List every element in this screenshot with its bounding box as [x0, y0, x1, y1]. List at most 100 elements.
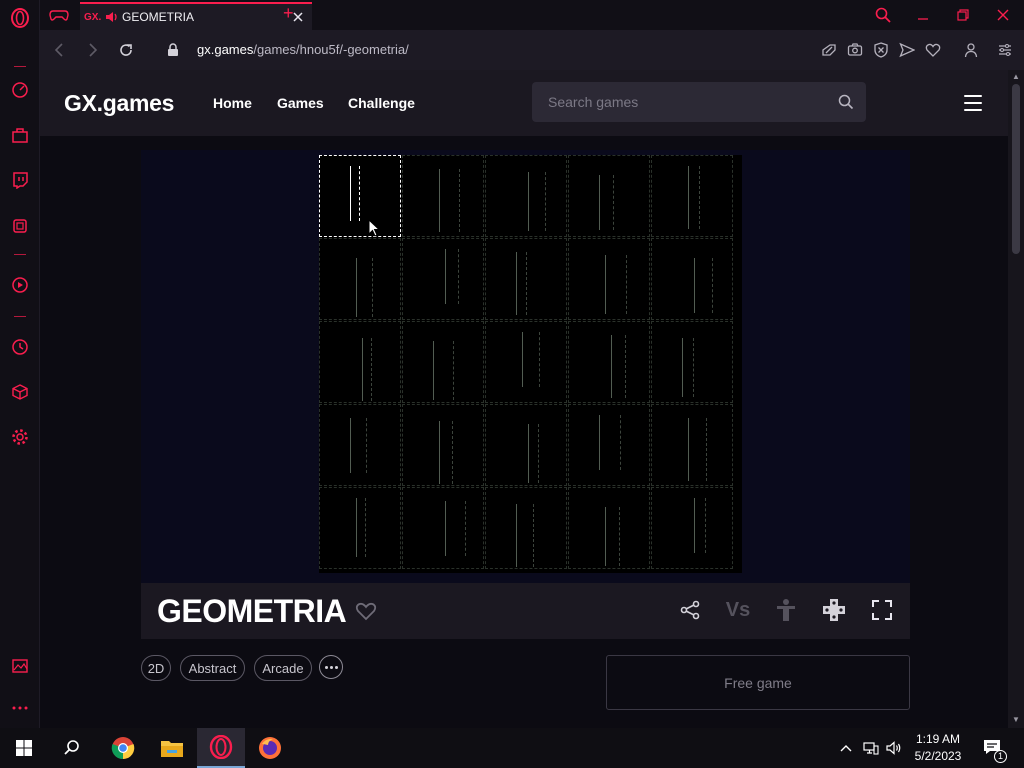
nav-games-link[interactable]: Games	[277, 95, 324, 111]
tag-2d[interactable]: 2D	[141, 655, 171, 681]
nav-challenge-link[interactable]: Challenge	[348, 95, 415, 111]
scrollbar-thumb[interactable]	[1012, 84, 1020, 254]
network-icon[interactable]	[863, 740, 879, 756]
firefox-icon[interactable]	[246, 728, 294, 768]
fullscreen-icon[interactable]	[869, 597, 895, 623]
share-icon[interactable]	[677, 597, 703, 623]
lock-icon[interactable]	[164, 41, 182, 59]
system-clock[interactable]: 1:19 AM 5/2/2023	[908, 731, 968, 765]
search-input[interactable]	[532, 82, 822, 122]
cell-glyph	[516, 504, 534, 567]
wallpaper-icon[interactable]	[10, 656, 30, 676]
history-icon[interactable]	[10, 337, 30, 357]
cell-glyph	[350, 418, 367, 473]
game-board-cell[interactable]	[402, 404, 484, 486]
bookmark-heart-icon[interactable]	[925, 42, 941, 58]
account-icon[interactable]	[963, 42, 979, 58]
game-canvas[interactable]	[319, 155, 742, 573]
game-board-cell[interactable]	[651, 238, 733, 320]
windows-start-icon[interactable]	[0, 728, 48, 768]
tab-geometria[interactable]: GX. GEOMETRIA	[80, 2, 312, 30]
versus-icon[interactable]: Vs	[725, 597, 751, 623]
page-scrollbar[interactable]: ▲ ▼	[1008, 70, 1024, 728]
share-page-icon[interactable]	[821, 42, 837, 58]
camera-snapshot-icon[interactable]	[847, 42, 863, 58]
easy-setup-icon[interactable]	[997, 42, 1013, 58]
close-window-icon[interactable]	[994, 6, 1012, 24]
game-board-cell[interactable]	[319, 487, 401, 569]
game-board-cell[interactable]	[319, 238, 401, 320]
cell-glyph	[356, 498, 366, 557]
hamburger-menu-icon[interactable]	[964, 95, 982, 111]
more-dots-icon[interactable]	[10, 698, 30, 718]
nav-home-link[interactable]: Home	[213, 95, 252, 111]
taskbar-search-icon[interactable]	[48, 728, 96, 768]
scroll-up-arrow-icon[interactable]: ▲	[1011, 72, 1021, 82]
clock-date: 5/2/2023	[914, 749, 962, 763]
gx-control-icon[interactable]	[10, 80, 30, 100]
twitch-icon[interactable]	[10, 170, 30, 190]
gx-corner-icon[interactable]	[10, 125, 30, 145]
game-board-cell[interactable]	[568, 487, 650, 569]
opera-logo-icon[interactable]	[10, 8, 30, 28]
free-game-button[interactable]: Free game	[606, 655, 910, 710]
game-board-cell[interactable]	[402, 238, 484, 320]
game-board-cell[interactable]	[568, 155, 650, 237]
cell-glyph	[605, 255, 627, 314]
volume-icon[interactable]	[886, 740, 902, 756]
minimize-icon[interactable]	[914, 6, 932, 24]
favorite-heart-icon[interactable]	[355, 601, 377, 621]
opera-gx-taskbar-icon[interactable]	[197, 728, 245, 768]
forward-arrow-icon[interactable]	[84, 41, 102, 59]
game-board-cell[interactable]	[651, 321, 733, 403]
game-board-cell[interactable]	[485, 238, 567, 320]
sidebar-divider	[14, 66, 26, 67]
search-tabs-icon[interactable]	[874, 6, 892, 24]
search-bar	[532, 82, 866, 122]
tag-arcade[interactable]: Arcade	[254, 655, 312, 681]
send-arrow-icon[interactable]	[899, 42, 915, 58]
gx-games-logo[interactable]: GX.games	[64, 90, 174, 117]
game-board-cell[interactable]	[485, 321, 567, 403]
game-board-cell[interactable]	[485, 404, 567, 486]
game-board-cell[interactable]	[568, 404, 650, 486]
game-board-cell[interactable]	[402, 321, 484, 403]
game-board-cell[interactable]	[485, 155, 567, 237]
game-board-cell[interactable]	[319, 404, 401, 486]
new-tab-plus-icon[interactable]: +	[283, 4, 299, 24]
speaker-icon[interactable]	[104, 10, 118, 24]
restore-icon[interactable]	[954, 6, 972, 24]
show-hidden-icons-chevron-icon[interactable]	[838, 740, 854, 756]
extensions-cube-icon[interactable]	[10, 382, 30, 402]
more-tags-button[interactable]	[319, 655, 343, 679]
messenger-icon[interactable]	[10, 216, 30, 236]
game-board-cell[interactable]	[485, 487, 567, 569]
game-board-cell[interactable]	[651, 487, 733, 569]
game-board-cell[interactable]	[402, 487, 484, 569]
game-board-cell[interactable]	[319, 155, 401, 237]
player-icon[interactable]	[10, 275, 30, 295]
gamepad-icon[interactable]	[48, 6, 70, 24]
game-board-cell[interactable]	[319, 321, 401, 403]
search-icon[interactable]	[838, 94, 854, 110]
tab-bar: GX. GEOMETRIA +	[40, 0, 1024, 30]
tag-abstract[interactable]: Abstract	[180, 655, 245, 681]
multiplayer-figure-icon[interactable]	[773, 597, 799, 623]
reload-icon[interactable]	[117, 41, 135, 59]
settings-gear-icon[interactable]	[10, 427, 30, 447]
url-path: /games/hnou5f/-geometria/	[253, 42, 409, 57]
gamepad-controls-icon[interactable]	[821, 597, 847, 623]
game-board-cell[interactable]	[402, 155, 484, 237]
game-board-cell[interactable]	[568, 321, 650, 403]
adblock-shield-icon[interactable]	[873, 42, 889, 58]
game-title: GEOMETRIA	[157, 593, 347, 629]
scroll-down-arrow-icon[interactable]: ▼	[1011, 715, 1021, 725]
cell-glyph	[694, 258, 713, 313]
game-board-cell[interactable]	[568, 238, 650, 320]
file-explorer-icon[interactable]	[148, 728, 196, 768]
chrome-icon[interactable]	[99, 728, 147, 768]
game-board-cell[interactable]	[651, 155, 733, 237]
back-arrow-icon[interactable]	[50, 41, 68, 59]
game-board-cell[interactable]	[651, 404, 733, 486]
url-field[interactable]: gx.games/games/hnou5f/-geometria/	[197, 42, 409, 57]
